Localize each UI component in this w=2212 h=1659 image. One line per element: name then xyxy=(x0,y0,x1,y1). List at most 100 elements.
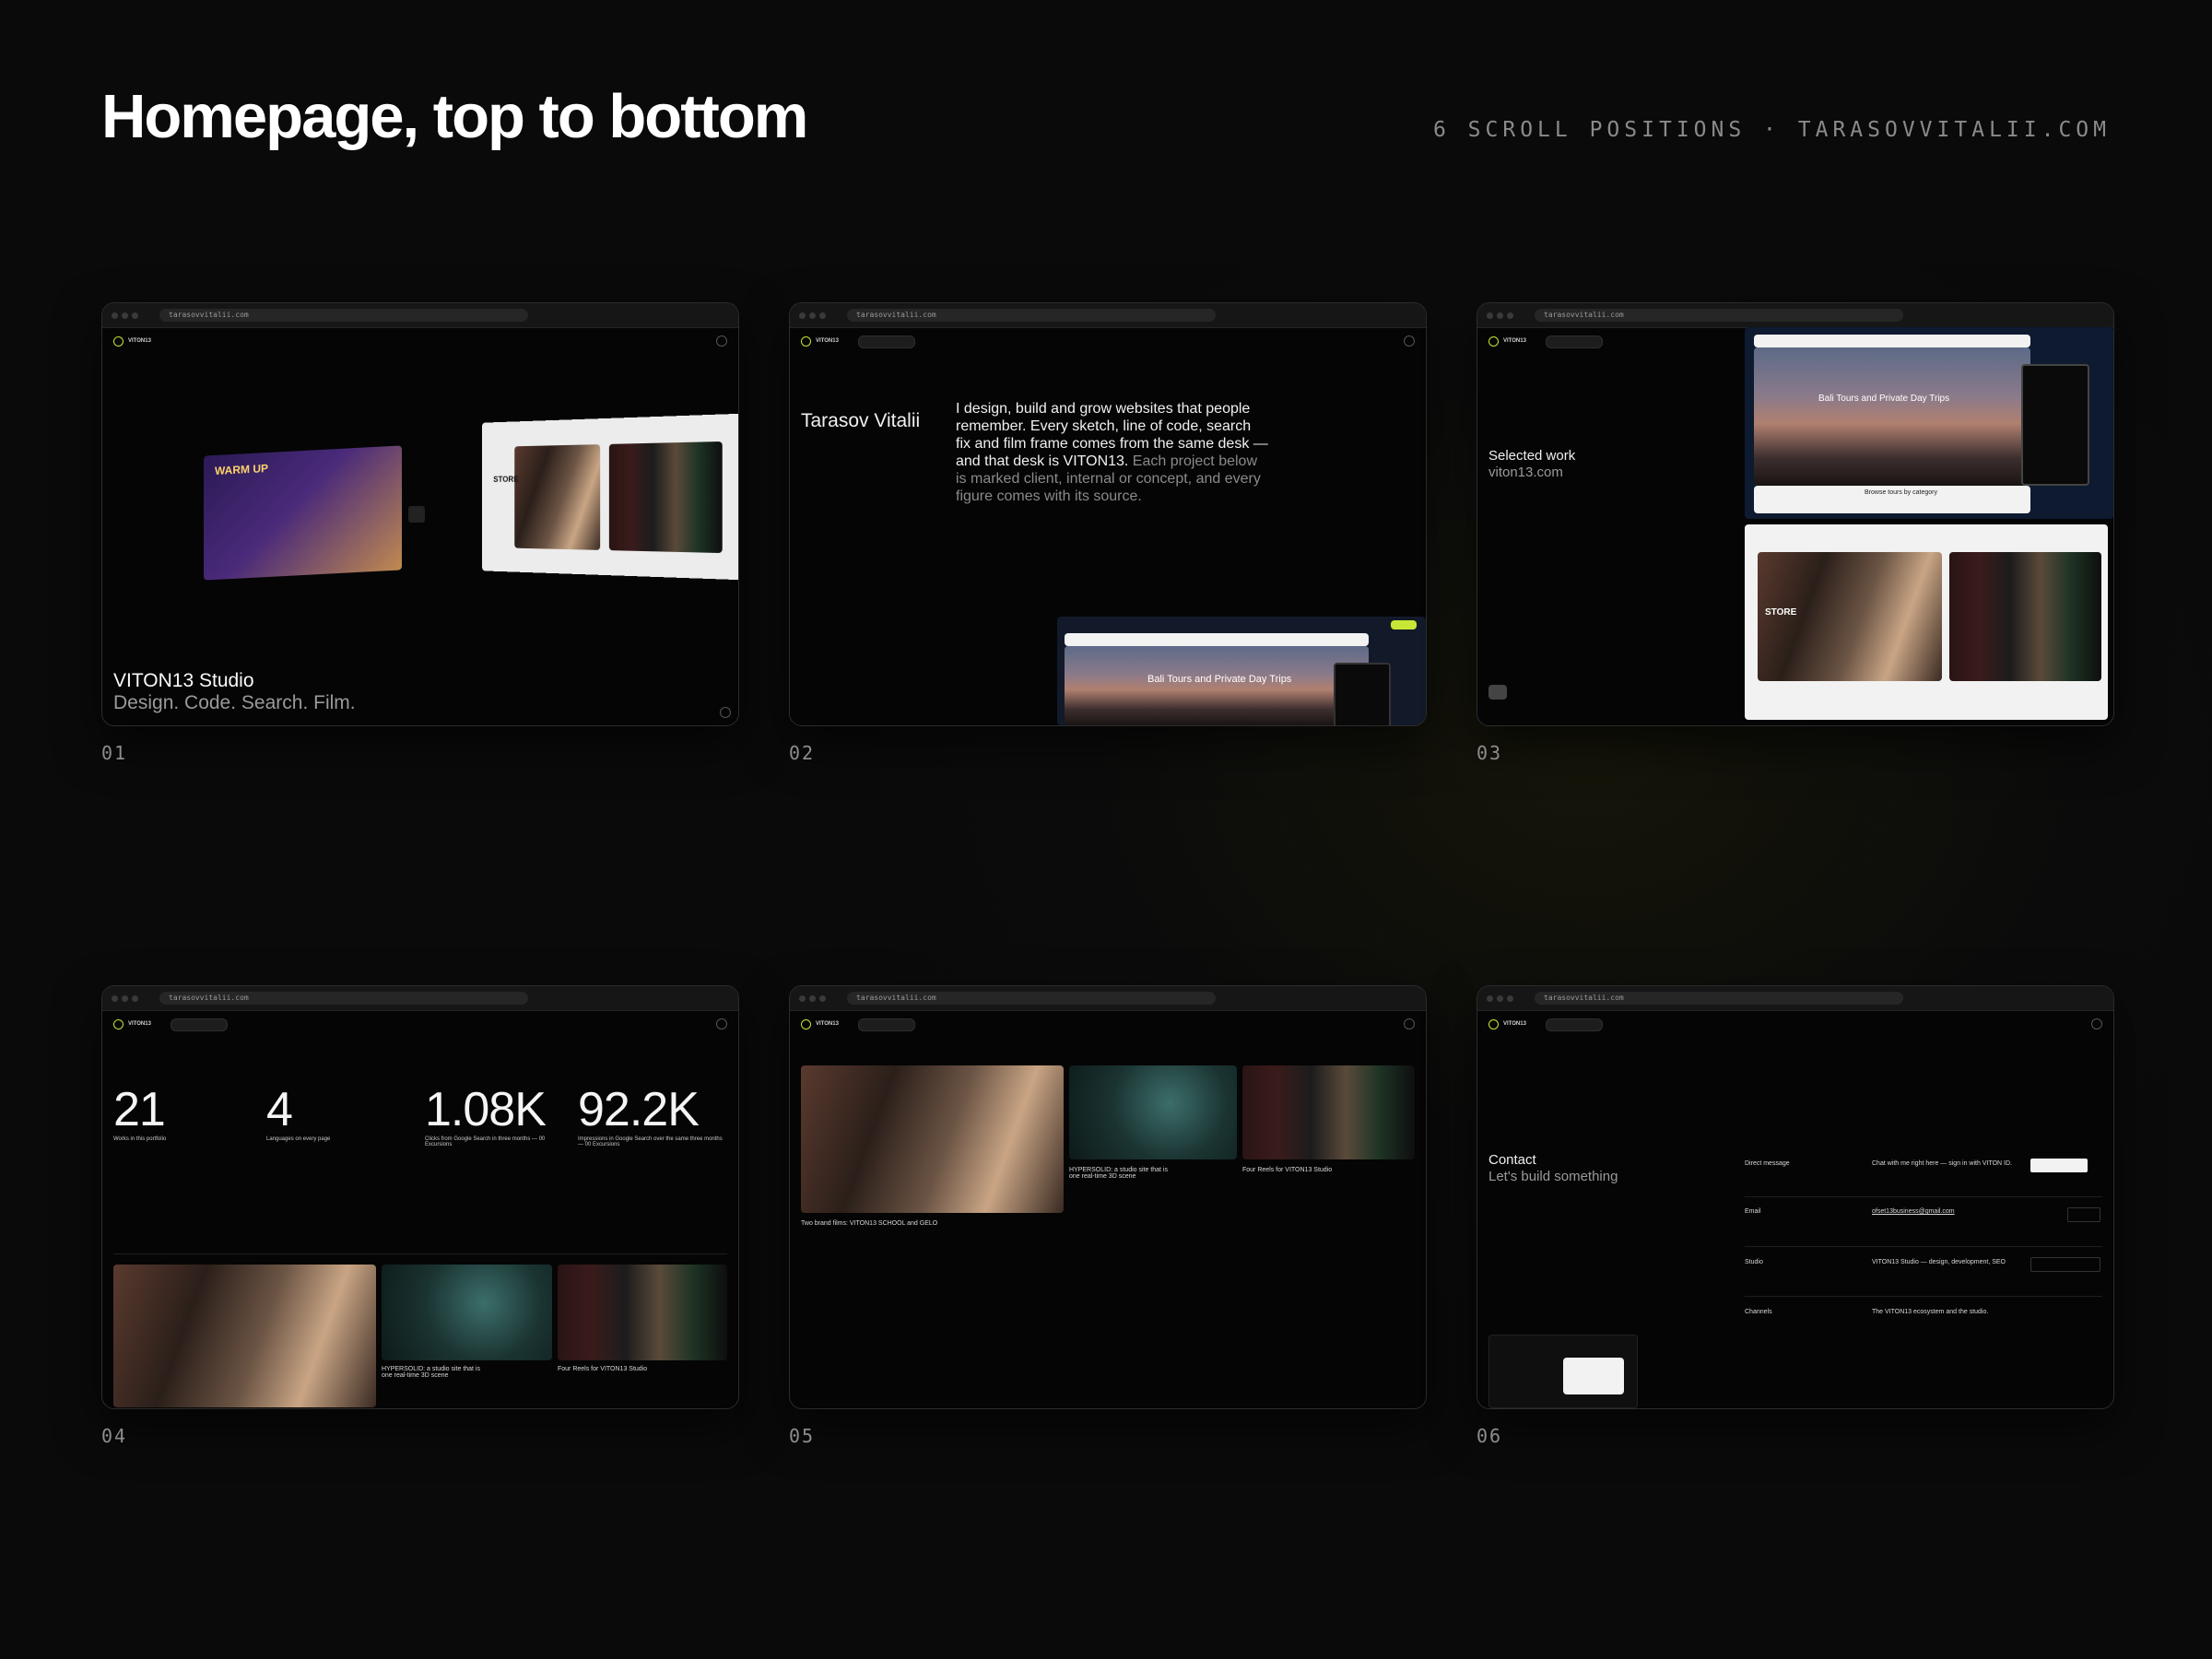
copy-button[interactable] xyxy=(2067,1207,2100,1222)
site-nav: VITON13 xyxy=(801,335,1415,349)
project-thumb xyxy=(1488,685,1507,700)
screenshot-tile-02[interactable]: tarasovvitalii.com VITON13 Tarasov Vital… xyxy=(789,302,1427,726)
screenshot-tile-03[interactable]: tarasovvitalii.com VITON13 Selected work… xyxy=(1477,302,2114,726)
browser-chrome: tarasovvitalii.com xyxy=(1477,986,2113,1011)
window-dot xyxy=(1497,995,1503,1002)
contact-row-label: Email xyxy=(1745,1208,1761,1215)
author-name: Tarasov Vitalii xyxy=(801,410,921,431)
site-nav: VITON13 xyxy=(113,1018,727,1032)
hero-subtitle: Design. Code. Search. Film. xyxy=(113,692,356,713)
reels-card[interactable] xyxy=(558,1265,727,1360)
work-site: viton13.com xyxy=(1488,465,1563,480)
menu-icon xyxy=(716,335,727,347)
bali-preview-nav xyxy=(1065,633,1369,646)
store-card: STORE xyxy=(482,413,738,581)
screenshot-tile-05[interactable]: tarasovvitalii.com VITON13 Two brand fil… xyxy=(789,985,1427,1409)
window-dot xyxy=(132,995,138,1002)
scroll-indicator-icon xyxy=(720,707,731,718)
nav-brand: VITON13 xyxy=(128,1021,151,1027)
contact-title: Contact xyxy=(1488,1152,1536,1168)
contact-row-label: Direct message xyxy=(1745,1160,1790,1167)
tile-number-06: 06 xyxy=(1477,1425,1503,1447)
logo-icon xyxy=(113,1019,124,1030)
window-dot xyxy=(799,995,806,1002)
stat-value: 21 xyxy=(113,1083,166,1136)
store-site-thumbnails xyxy=(1949,552,2101,681)
bali-site-subtitle: Browse tours by category xyxy=(1865,489,1937,496)
warmup-card: WARM UP xyxy=(204,445,402,581)
menu-icon xyxy=(1404,1018,1415,1030)
window-dot xyxy=(799,312,806,319)
mini-preview-card xyxy=(1563,1358,1624,1394)
store-site-preview: STORE xyxy=(1745,524,2108,720)
logo-icon xyxy=(113,336,124,347)
mini-preview xyxy=(1488,1335,1638,1408)
film-card[interactable] xyxy=(113,1265,376,1407)
contact-row-value[interactable]: ofset13business@gmail.com xyxy=(1872,1208,1955,1215)
divider xyxy=(1745,1296,2102,1297)
play-button-icon xyxy=(408,506,425,523)
nav-brand: VITON13 xyxy=(128,338,151,344)
browser-chrome: tarasovvitalii.com xyxy=(790,986,1426,1011)
window-dot xyxy=(122,312,128,319)
nav-brand: VITON13 xyxy=(1503,338,1526,344)
window-dot xyxy=(1507,995,1513,1002)
hero-title: VITON13 Studio xyxy=(113,670,254,691)
warmup-label: WARM UP xyxy=(215,461,268,478)
url-bar: tarasovvitalii.com xyxy=(159,992,528,1005)
logo-icon xyxy=(801,1019,811,1030)
window-dot xyxy=(819,312,826,319)
stat-label: Impressions in Google Search over the sa… xyxy=(578,1136,723,1147)
screenshot-tile-01[interactable]: tarasovvitalii.com VITON13 WARM UP STORE… xyxy=(101,302,739,726)
stat-label: Works in this portfolio xyxy=(113,1136,167,1142)
tile-number-05: 05 xyxy=(789,1425,816,1447)
studio-link-button[interactable] xyxy=(2030,1257,2100,1272)
stat-label: Clicks from Google Search in three month… xyxy=(425,1136,546,1147)
section-pill xyxy=(858,1018,915,1031)
bali-preview: Bali Tours and Private Day Trips xyxy=(1057,617,1426,725)
menu-icon xyxy=(1404,335,1415,347)
section-pill xyxy=(171,1018,228,1031)
screenshot-tile-06[interactable]: tarasovvitalii.com VITON13 Contact Let's… xyxy=(1477,985,2114,1409)
window-dot xyxy=(809,312,816,319)
open-message-button[interactable] xyxy=(2030,1159,2088,1172)
reels-card[interactable] xyxy=(1242,1065,1415,1159)
badge-icon xyxy=(1391,620,1417,629)
store-thumbnails xyxy=(608,441,723,554)
url-bar: tarasovvitalii.com xyxy=(159,309,528,322)
window-dot xyxy=(132,312,138,319)
url-bar: tarasovvitalii.com xyxy=(847,309,1216,322)
bali-preview-phone xyxy=(1334,663,1391,725)
nav-brand: VITON13 xyxy=(816,1021,839,1027)
hypersolid-card[interactable] xyxy=(1069,1065,1237,1159)
stat-value: 4 xyxy=(266,1083,293,1136)
site-nav: VITON13 xyxy=(113,335,727,349)
window-dot xyxy=(1497,312,1503,319)
tile-number-04: 04 xyxy=(101,1425,128,1447)
browser-chrome: tarasovvitalii.com xyxy=(102,303,738,328)
contact-row-label: Channels xyxy=(1745,1309,1772,1315)
stat-value: 92.2K xyxy=(578,1083,700,1136)
intro-text: I design, build and grow websites that p… xyxy=(956,400,1269,505)
stat-value: 1.08K xyxy=(425,1083,547,1136)
film-card[interactable] xyxy=(801,1065,1064,1213)
section-pill xyxy=(858,335,915,348)
contact-row-label: Studio xyxy=(1745,1259,1763,1265)
tile-number-01: 01 xyxy=(101,742,128,764)
logo-icon xyxy=(1488,1019,1499,1030)
page-title: Homepage, top to bottom xyxy=(101,82,808,151)
bali-site-nav xyxy=(1754,335,2030,347)
tile-number-02: 02 xyxy=(789,742,816,764)
card-caption: Four Reels for VITON13 Studio xyxy=(1242,1167,1333,1173)
url-bar: tarasovvitalii.com xyxy=(847,992,1216,1005)
window-dot xyxy=(1507,312,1513,319)
section-pill xyxy=(1546,335,1603,348)
bali-site-phone xyxy=(2021,364,2089,486)
divider xyxy=(1745,1196,2102,1197)
contact-row-value: The VITON13 ecosystem and the studio. xyxy=(1872,1309,1989,1315)
hypersolid-card[interactable] xyxy=(382,1265,552,1360)
screenshot-tile-04[interactable]: tarasovvitalii.com VITON13 21 Works in t… xyxy=(101,985,739,1409)
section-pill xyxy=(1546,1018,1603,1031)
contact-subtitle: Let's build something xyxy=(1488,1169,1618,1184)
logo-icon xyxy=(1488,336,1499,347)
